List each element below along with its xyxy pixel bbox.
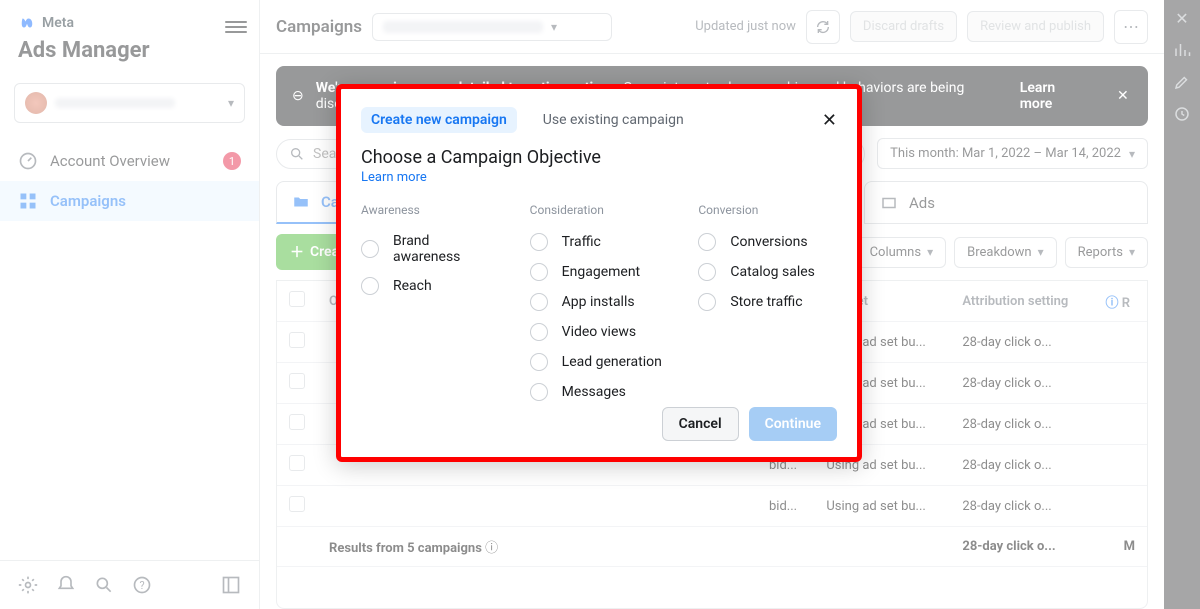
objective-label: App installs [562, 294, 635, 310]
objective-label: Conversions [730, 234, 807, 250]
radio-icon [530, 293, 548, 311]
objective-col-conversion: Conversion Conversions Catalog sales Store… [698, 203, 837, 407]
radio-icon [698, 263, 716, 281]
objective-label: Catalog sales [730, 264, 815, 280]
radio-icon [361, 277, 379, 295]
objective-option[interactable]: Messages [530, 377, 669, 407]
objective-option[interactable]: Engagement [530, 257, 669, 287]
modal-title: Choose a Campaign Objective [361, 147, 837, 168]
radio-icon [530, 353, 548, 371]
objective-col-awareness: Awareness Brand awareness Reach [361, 203, 500, 407]
objective-option[interactable]: Lead generation [530, 347, 669, 377]
objective-label: Engagement [562, 264, 640, 280]
objective-option[interactable]: Store traffic [698, 287, 837, 317]
objective-label: Store traffic [730, 294, 802, 310]
modal-close-icon[interactable]: ✕ [822, 110, 837, 131]
radio-icon [530, 263, 548, 281]
radio-icon [530, 323, 548, 341]
objective-label: Traffic [562, 234, 601, 250]
objective-label: Brand awareness [393, 233, 500, 265]
objective-option[interactable]: Brand awareness [361, 227, 500, 271]
create-campaign-modal: Create new campaign Use existing campaig… [341, 89, 857, 457]
col-head: Consideration [530, 203, 669, 217]
objective-option[interactable]: Reach [361, 271, 500, 301]
modal-learn-more[interactable]: Learn more [361, 170, 837, 185]
continue-button[interactable]: Continue [749, 407, 837, 441]
objective-label: Video views [562, 324, 636, 340]
radio-icon [698, 293, 716, 311]
modal-tab-existing[interactable]: Use existing campaign [533, 107, 694, 133]
objective-col-consideration: Consideration Traffic Engagement App insta… [530, 203, 669, 407]
modal-tab-new[interactable]: Create new campaign [361, 107, 517, 133]
col-head: Conversion [698, 203, 837, 217]
radio-icon [698, 233, 716, 251]
radio-icon [361, 240, 379, 258]
objective-label: Messages [562, 384, 626, 400]
col-head: Awareness [361, 203, 500, 217]
radio-icon [530, 233, 548, 251]
objective-option[interactable]: Traffic [530, 227, 669, 257]
objective-label: Lead generation [562, 354, 662, 370]
objective-option[interactable]: Conversions [698, 227, 837, 257]
cancel-button[interactable]: Cancel [662, 407, 739, 441]
objective-option[interactable]: Catalog sales [698, 257, 837, 287]
objective-label: Reach [393, 278, 432, 294]
radio-icon [530, 383, 548, 401]
highlight-frame: Create new campaign Use existing campaig… [336, 84, 862, 462]
objective-option[interactable]: Video views [530, 317, 669, 347]
objective-option[interactable]: App installs [530, 287, 669, 317]
